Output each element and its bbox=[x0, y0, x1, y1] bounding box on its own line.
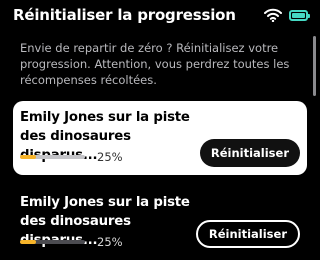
progress-percent: 25% bbox=[97, 235, 123, 249]
progress-bar-fill bbox=[20, 155, 37, 159]
progress-bar-fill bbox=[20, 240, 37, 244]
status-icons bbox=[264, 8, 310, 22]
battery-level bbox=[292, 12, 305, 18]
progress-row: 25% bbox=[20, 235, 123, 249]
intro-text: Envie de repartir de zéro ? Réinitialise… bbox=[20, 41, 290, 87]
scrollbar[interactable] bbox=[313, 36, 316, 96]
page-title: Réinitialiser la progression bbox=[13, 6, 236, 24]
reset-button[interactable]: Réinitialiser bbox=[199, 139, 300, 167]
progress-card-1[interactable]: Emily Jones sur la piste des dinosaures … bbox=[13, 101, 307, 175]
progress-bar bbox=[20, 155, 85, 159]
progress-row: 25% bbox=[20, 150, 123, 164]
reset-button[interactable]: Réinitialiser bbox=[195, 220, 300, 248]
wifi-icon bbox=[264, 8, 282, 22]
progress-card-2[interactable]: Emily Jones sur la piste des dinosaures … bbox=[13, 186, 307, 260]
progress-percent: 25% bbox=[97, 150, 123, 164]
status-bar: Réinitialiser la progression bbox=[0, 0, 320, 30]
scrollbar-thumb[interactable] bbox=[313, 36, 316, 96]
battery-full-icon bbox=[289, 9, 310, 21]
progress-bar bbox=[20, 240, 85, 244]
